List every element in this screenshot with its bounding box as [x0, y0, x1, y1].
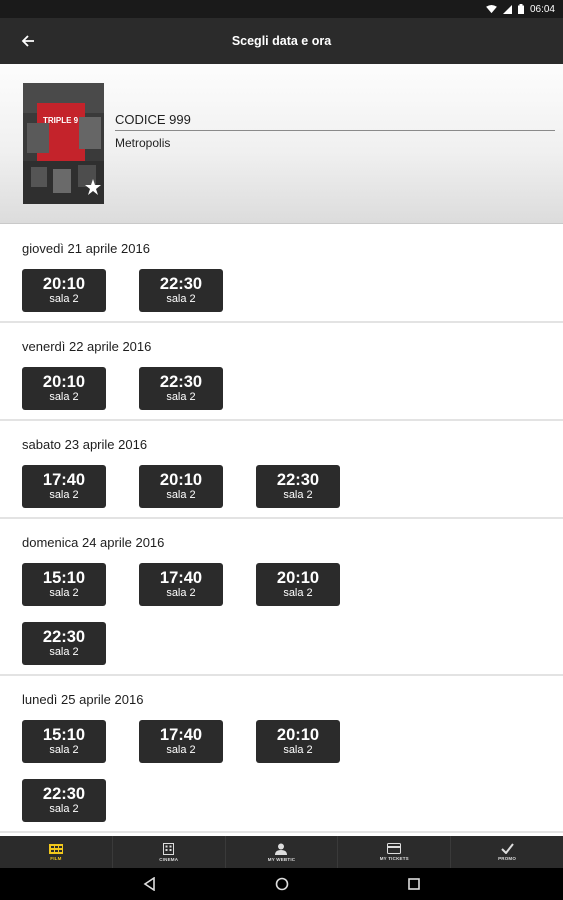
showtime-button[interactable]: 20:10 sala 2 [256, 563, 340, 606]
bottom-navigation: FILM CINEMA MY WEBTIC MY TICKETS PROMO [0, 836, 563, 868]
day-label: domenica 24 aprile 2016 [22, 535, 165, 550]
arrow-back-icon [21, 35, 34, 47]
showtime-list: 20:10 sala 2 22:30 sala 2 [22, 269, 422, 312]
showtime-room: sala 2 [49, 646, 79, 658]
showtime-button[interactable]: 17:40 sala 2 [22, 465, 106, 508]
showtime-time: 22:30 [159, 275, 203, 293]
showtime-time: 15:10 [42, 569, 86, 587]
wifi-icon [486, 4, 497, 13]
showtime-list: 17:40 sala 2 20:10 sala 2 22:30 sala 2 [22, 465, 422, 508]
page-title: Scegli data e ora [231, 34, 332, 48]
building-icon [163, 842, 175, 855]
card-icon [387, 843, 402, 854]
day-section: lunedì 25 aprile 2016 15:10 sala 2 17:40 sal… [0, 676, 563, 833]
back-button[interactable] [0, 18, 56, 64]
system-navigation [0, 868, 563, 900]
showtime-button[interactable]: 15:10 sala 2 [22, 720, 106, 763]
movie-poster[interactable]: TRIPLE 9 [23, 83, 104, 204]
app-bar: Scegli data e ora [0, 18, 563, 64]
circle-home-icon [275, 877, 288, 891]
signal-icon [502, 4, 512, 14]
showtime-time: 22:30 [42, 785, 86, 803]
showtime-button[interactable]: 22:30 sala 2 [139, 269, 223, 312]
showtime-time: 22:30 [276, 471, 320, 489]
showtime-room: sala 2 [166, 489, 196, 501]
showtime-button[interactable]: 15:10 sala 2 [22, 563, 106, 606]
divider [115, 130, 555, 131]
day-section: venerdì 22 aprile 2016 20:10 sala 2 22:30 sa… [0, 323, 563, 421]
showtime-button[interactable]: 22:30 sala 2 [22, 779, 106, 822]
tab-label: FILM [50, 855, 62, 861]
showtime-room: sala 2 [283, 587, 313, 599]
day-section: sabato 23 aprile 2016 17:40 sala 2 20:10 sal… [0, 421, 563, 519]
square-recents-icon [407, 878, 420, 890]
showtime-time: 20:10 [42, 373, 86, 391]
schedule-list[interactable]: giovedì 21 aprile 2016 20:10 sala 2 22:30 sa… [0, 225, 563, 836]
tab-label: MY WEBTIC [267, 856, 296, 862]
checkmark-icon [500, 843, 514, 854]
tab-label: PROMO [498, 856, 517, 861]
showtime-time: 20:10 [42, 275, 86, 293]
showtime-list: 20:10 sala 2 22:30 sala 2 [22, 367, 422, 410]
showtime-time: 20:10 [276, 726, 320, 744]
triangle-back-icon [143, 877, 155, 891]
movie-title: CODICE 999 [115, 112, 191, 127]
showtime-room: sala 2 [49, 803, 79, 815]
showtime-button[interactable]: 20:10 sala 2 [139, 465, 223, 508]
tab-my-tickets[interactable]: MY TICKETS [338, 836, 452, 868]
showtime-button[interactable]: 22:30 sala 2 [22, 622, 106, 665]
showtime-button[interactable]: 22:30 sala 2 [139, 367, 223, 410]
showtime-time: 17:40 [159, 726, 203, 744]
showtime-button[interactable]: 20:10 sala 2 [22, 269, 106, 312]
showtime-room: sala 2 [49, 587, 79, 599]
showtime-room: sala 2 [49, 744, 79, 756]
showtime-room: sala 2 [166, 293, 196, 305]
showtime-time: 20:10 [276, 569, 320, 587]
showtime-time: 17:40 [159, 569, 203, 587]
showtime-button[interactable]: 17:40 sala 2 [139, 720, 223, 763]
showtime-time: 15:10 [42, 726, 86, 744]
poster-title: TRIPLE 9 [43, 116, 79, 125]
day-section: giovedì 21 aprile 2016 20:10 sala 2 22:30 sa… [0, 225, 563, 323]
showtime-room: sala 2 [166, 744, 196, 756]
day-label: lunedì 25 aprile 2016 [22, 692, 144, 707]
showtime-room: sala 2 [49, 391, 79, 403]
showtime-list: 15:10 sala 2 17:40 sala 2 20:10 sala 2 22:30 sa… [22, 720, 422, 822]
status-time: 06:04 [529, 3, 555, 15]
movie-header: TRIPLE 9 CODICE 999 Metropolis [0, 64, 563, 224]
system-recents-button[interactable] [396, 870, 432, 898]
tab-my-webtic[interactable]: MY WEBTIC [226, 836, 339, 868]
showtime-room: sala 2 [283, 489, 313, 501]
showtime-time: 20:10 [159, 471, 203, 489]
showtime-room: sala 2 [49, 489, 79, 501]
showtime-room: sala 2 [283, 744, 313, 756]
cinema-name: Metropolis [115, 136, 171, 150]
tab-promo[interactable]: PROMO [451, 836, 563, 868]
battery-icon [517, 4, 524, 14]
day-label: sabato 23 aprile 2016 [22, 437, 148, 452]
tab-cinema[interactable]: CINEMA [113, 836, 226, 868]
user-icon [275, 843, 288, 855]
day-label: venerdì 22 aprile 2016 [22, 339, 152, 354]
showtime-button[interactable]: 17:40 sala 2 [139, 563, 223, 606]
system-back-button[interactable] [132, 870, 168, 898]
showtime-button[interactable]: 20:10 sala 2 [22, 367, 106, 410]
showtime-list: 15:10 sala 2 17:40 sala 2 20:10 sala 2 22:30 sa… [22, 563, 422, 665]
tab-film[interactable]: FILM [0, 836, 113, 868]
showtime-room: sala 2 [49, 293, 79, 305]
showtime-time: 22:30 [42, 628, 86, 646]
tab-label: MY TICKETS [379, 856, 409, 861]
showtime-button[interactable]: 20:10 sala 2 [256, 720, 340, 763]
day-label: giovedì 21 aprile 2016 [22, 241, 150, 256]
film-icon [48, 843, 63, 854]
system-home-button[interactable] [264, 870, 300, 898]
showtime-room: sala 2 [166, 391, 196, 403]
day-section: domenica 24 aprile 2016 15:10 sala 2 17:40 s… [0, 519, 563, 676]
showtime-button[interactable]: 22:30 sala 2 [256, 465, 340, 508]
showtime-time: 22:30 [159, 373, 203, 391]
tab-label: CINEMA [159, 856, 179, 862]
showtime-time: 17:40 [42, 471, 86, 489]
showtime-room: sala 2 [166, 587, 196, 599]
status-bar: 06:04 [0, 0, 563, 18]
